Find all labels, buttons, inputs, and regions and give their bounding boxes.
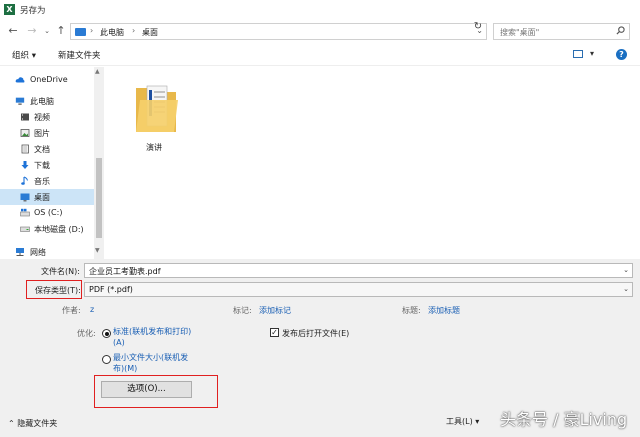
- sidebar-item-videos[interactable]: 视频: [0, 109, 94, 125]
- address-bar[interactable]: › 此电脑 › 桌面 ⌄: [70, 23, 487, 40]
- file-list-area: [104, 67, 640, 259]
- new-folder-button[interactable]: 新建文件夹: [58, 49, 101, 61]
- video-icon: [21, 113, 29, 121]
- sidebar-item-this-pc[interactable]: 此电脑: [0, 93, 94, 109]
- download-icon: [21, 161, 29, 169]
- computer-icon: [15, 97, 25, 105]
- up-arrow-icon[interactable]: ↑: [54, 24, 68, 38]
- add-tags-link[interactable]: 添加标记: [259, 305, 291, 316]
- music-icon: [21, 176, 28, 185]
- add-title-link[interactable]: 添加标题: [428, 305, 460, 316]
- sidebar-item-label: 本地磁盘 (D:): [34, 225, 84, 234]
- navigation-pane: OneDrive 此电脑 视频 图片 文档 下载 音乐 桌面 OS (C:) 本…: [0, 67, 104, 259]
- network-icon: [16, 248, 24, 256]
- refresh-icon[interactable]: ↻: [470, 21, 486, 35]
- sidebar-item-documents[interactable]: 文档: [0, 141, 94, 157]
- sidebar-item-label: 音乐: [34, 177, 50, 186]
- hide-folders-toggle[interactable]: ⌃ 隐藏文件夹: [8, 418, 57, 429]
- chevron-down-icon: ▾: [475, 417, 480, 426]
- breadcrumb-this-pc[interactable]: 此电脑: [100, 27, 124, 38]
- window-title: 另存为: [20, 6, 46, 16]
- filename-value: 企业员工考勤表.pdf: [89, 267, 161, 276]
- tools-label: 工具(L): [446, 417, 473, 426]
- command-toolbar: 组织 ▾ 新建文件夹 ▾ ?: [0, 44, 640, 66]
- sidebar-item-label: OneDrive: [30, 75, 68, 84]
- sidebar-item-label: 网络: [30, 248, 46, 257]
- breadcrumb-separator-icon[interactable]: ›: [132, 26, 135, 35]
- optimize-minimum-option[interactable]: 最小文件大小(联机发 布)(M): [113, 352, 188, 374]
- optimize-standard-radio[interactable]: [102, 329, 111, 338]
- optimize-label: 优化:: [77, 329, 96, 338]
- tools-dropdown[interactable]: 工具(L) ▾: [446, 416, 479, 427]
- option-text-line: 布)(M): [113, 364, 138, 373]
- search-placeholder: 搜索"桌面": [500, 28, 540, 37]
- breadcrumb-desktop[interactable]: 桌面: [142, 27, 158, 38]
- option-text-line: 最小文件大小(联机发: [113, 353, 189, 362]
- breadcrumb-separator-icon[interactable]: ›: [90, 26, 93, 35]
- filename-label: 文件名(N):: [41, 267, 80, 276]
- sidebar-item-label: OS (C:): [34, 208, 63, 217]
- sidebar-item-pictures[interactable]: 图片: [0, 125, 94, 141]
- forward-arrow-icon[interactable]: →: [25, 24, 39, 38]
- sidebar-item-label: 视频: [34, 113, 50, 122]
- recent-dropdown-icon[interactable]: ⌄: [40, 24, 54, 38]
- sidebar-item-downloads[interactable]: 下载: [0, 157, 94, 173]
- view-options-icon[interactable]: [573, 50, 583, 58]
- sidebar-item-desktop[interactable]: 桌面: [0, 189, 94, 205]
- title-label: 标题:: [402, 306, 421, 315]
- drive-icon: [20, 226, 30, 232]
- sidebar-item-music[interactable]: 音乐: [0, 173, 94, 189]
- hide-folders-label: 隐藏文件夹: [17, 419, 58, 428]
- option-text-line: 标准(联机发布和打印): [113, 327, 192, 336]
- desktop-icon: [20, 193, 30, 202]
- document-icon: [21, 144, 29, 154]
- windows-drive-icon: [20, 208, 30, 217]
- scroll-down-icon[interactable]: ▼: [95, 247, 100, 254]
- sidebar-item-os-c[interactable]: OS (C:): [0, 205, 94, 221]
- sidebar-item-onedrive[interactable]: OneDrive: [0, 72, 94, 88]
- sidebar-item-label: 图片: [34, 129, 50, 138]
- search-icon[interactable]: [616, 26, 625, 35]
- sidebar-item-local-disk-d[interactable]: 本地磁盘 (D:): [0, 221, 94, 237]
- organize-button[interactable]: 组织 ▾: [12, 49, 36, 61]
- search-box[interactable]: 搜索"桌面": [493, 23, 630, 40]
- desktop-folder-icon: [75, 28, 86, 36]
- filename-dropdown-icon[interactable]: ⌄: [623, 266, 629, 274]
- watermark-text: 头条号 / 豪Living: [500, 410, 628, 429]
- optimize-standard-option[interactable]: 标准(联机发布和打印) (A): [113, 326, 191, 348]
- help-icon[interactable]: ?: [616, 49, 627, 60]
- filetype-value: PDF (*.pdf): [89, 285, 133, 294]
- optimize-minimum-radio[interactable]: [102, 355, 111, 364]
- sidebar-item-network[interactable]: 网络: [0, 244, 94, 260]
- scroll-up-icon[interactable]: ▲: [95, 68, 100, 75]
- folder-icon[interactable]: [134, 78, 178, 136]
- cloud-icon: [15, 77, 25, 83]
- open-after-publish-label[interactable]: 发布后打开文件(E): [282, 328, 349, 339]
- options-button[interactable]: 选项(O)...: [101, 381, 192, 398]
- open-after-publish-checkbox[interactable]: ✓: [270, 328, 279, 337]
- filetype-dropdown-icon[interactable]: ⌄: [623, 285, 629, 293]
- picture-icon: [20, 129, 30, 137]
- author-label: 作者:: [62, 306, 81, 315]
- filetype-label: 保存类型(T):: [35, 286, 81, 295]
- sidebar-scrollbar-thumb[interactable]: [96, 158, 102, 238]
- excel-app-icon: X: [4, 4, 15, 15]
- sidebar-item-label: 下载: [34, 161, 50, 170]
- view-dropdown-icon[interactable]: ▾: [590, 49, 594, 58]
- filetype-select[interactable]: PDF (*.pdf) ⌄: [84, 282, 633, 297]
- option-text-line: (A): [113, 338, 125, 347]
- filename-input[interactable]: 企业员工考勤表.pdf ⌄: [84, 263, 633, 278]
- sidebar-item-label: 桌面: [34, 193, 50, 202]
- folder-name-label[interactable]: 演讲: [146, 142, 162, 153]
- title-bar: X 另存为: [0, 0, 640, 20]
- chevron-up-icon: ⌃: [8, 419, 15, 428]
- sidebar-item-label: 此电脑: [30, 97, 54, 106]
- author-value[interactable]: z: [90, 305, 94, 314]
- sidebar-item-label: 文档: [34, 145, 50, 154]
- tags-label: 标记:: [233, 306, 252, 315]
- back-arrow-icon[interactable]: ←: [6, 24, 20, 38]
- navigation-bar: ← → ⌄ ↑ › 此电脑 › 桌面 ⌄ ↻ 搜索"桌面": [0, 20, 640, 44]
